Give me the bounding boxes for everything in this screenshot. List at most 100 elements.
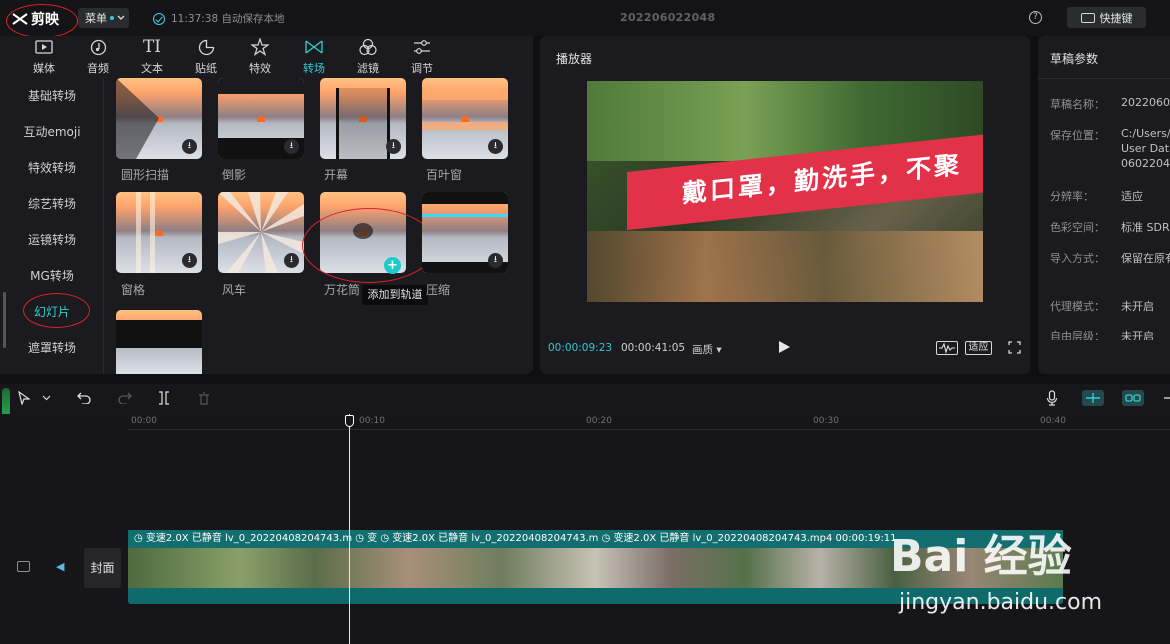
- download-icon[interactable]: ⭳: [488, 253, 503, 268]
- delete-icon: [196, 390, 212, 406]
- draft-params-panel: [1038, 36, 1170, 374]
- param-value: 标准 SDR: [1121, 221, 1170, 234]
- audio-icon: [88, 37, 108, 57]
- select-tool-icon[interactable]: [16, 390, 32, 406]
- preview-axis-icon[interactable]: [1160, 390, 1170, 406]
- transition-thumb[interactable]: ⭳: [422, 78, 508, 159]
- download-icon[interactable]: ⭳: [182, 253, 197, 268]
- add-to-track-tooltip: 添加到轨道: [362, 285, 428, 305]
- baidu-watermark: Bai 经验: [890, 531, 1072, 582]
- quality-dropdown[interactable]: 画质 ▾: [692, 342, 722, 357]
- transition-thumb[interactable]: ⭳: [116, 192, 202, 273]
- sidebar-scrollbar[interactable]: [3, 292, 6, 348]
- param-value: 适应: [1121, 190, 1143, 203]
- param-value: User Data: [1121, 142, 1170, 155]
- param-value: 未开启: [1121, 330, 1154, 340]
- playhead[interactable]: [349, 414, 350, 644]
- adjust-icon: [412, 37, 432, 57]
- tab-transition[interactable]: 转场: [287, 36, 341, 78]
- category-item[interactable]: 互动emoji: [0, 123, 104, 140]
- waveform-icon[interactable]: [936, 341, 958, 355]
- tab-adjust[interactable]: 调节: [395, 36, 449, 78]
- download-icon[interactable]: ⭳: [488, 139, 503, 154]
- sticker-icon: [196, 37, 216, 57]
- divider: [1038, 78, 1170, 79]
- video-preview[interactable]: 戴口罩，勤洗手，不聚: [587, 81, 983, 302]
- thumb-label: 百叶窗: [426, 168, 463, 182]
- category-item[interactable]: 特效转场: [0, 159, 104, 176]
- auto-snap-icon[interactable]: [1082, 390, 1104, 406]
- play-icon[interactable]: [779, 341, 790, 353]
- thumb-label: 万花筒: [324, 283, 361, 297]
- help-icon[interactable]: ?: [1029, 11, 1042, 24]
- tab-sticker[interactable]: 贴纸: [179, 36, 233, 78]
- time-ruler[interactable]: [128, 414, 1170, 430]
- transition-thumb[interactable]: [116, 310, 202, 374]
- undo-icon[interactable]: [76, 390, 92, 406]
- media-icon: [34, 37, 54, 57]
- param-label: 保存位置：: [1050, 129, 1105, 142]
- autosave-status: 11:37:38 自动保存本地: [153, 11, 285, 26]
- chevron-down-icon[interactable]: [38, 390, 54, 406]
- menu-button[interactable]: 菜单: [78, 8, 129, 28]
- thumb-label: 圆形扫描: [121, 168, 170, 182]
- thumb-label: 开幕: [324, 168, 349, 182]
- chevron-down-icon: [117, 15, 125, 20]
- library-tabs: 媒体 音频 TI 文本 贴纸 特效 转场 滤镜 调节: [0, 36, 533, 78]
- quality-label: 画质: [692, 344, 713, 356]
- tab-text[interactable]: TI 文本: [125, 36, 179, 78]
- fullscreen-icon[interactable]: [1008, 341, 1021, 354]
- menu-label: 菜单: [85, 12, 107, 25]
- param-label: 导入方式：: [1050, 252, 1105, 265]
- transition-thumb[interactable]: ⭳: [218, 192, 304, 273]
- download-icon[interactable]: ⭳: [284, 253, 299, 268]
- tab-filter[interactable]: 滤镜: [341, 36, 395, 78]
- text-icon: TI: [142, 37, 162, 57]
- fit-button[interactable]: 适应: [965, 341, 992, 355]
- transition-thumb[interactable]: ⭳: [116, 78, 202, 159]
- thumb-label: 倒影: [222, 168, 247, 182]
- shortcut-button[interactable]: 快捷键: [1067, 7, 1146, 28]
- category-item[interactable]: MG转场: [0, 267, 104, 284]
- transition-thumb[interactable]: ⭳: [422, 192, 508, 273]
- microphone-icon[interactable]: [1044, 390, 1060, 406]
- category-item[interactable]: 综艺转场: [0, 195, 104, 212]
- timeline-toolbar: [0, 384, 1170, 414]
- download-icon[interactable]: ⭳: [284, 139, 299, 154]
- cover-button[interactable]: 封面: [84, 548, 121, 588]
- split-icon[interactable]: [156, 390, 172, 406]
- thumb-image: [257, 116, 265, 122]
- current-time: 00:00:09:23: [548, 342, 613, 354]
- notification-dot: [110, 16, 114, 20]
- autosave-text: 11:37:38 自动保存本地: [171, 13, 285, 25]
- thumb-label: 风车: [222, 283, 247, 297]
- category-item[interactable]: 基础转场: [0, 87, 104, 104]
- tab-media[interactable]: 媒体: [17, 36, 71, 78]
- download-icon[interactable]: ⭳: [182, 139, 197, 154]
- ruler-tick: 00:00: [131, 416, 157, 426]
- ruler-tick: 00:30: [813, 416, 839, 426]
- mute-icon[interactable]: ◀: [56, 560, 68, 573]
- category-item[interactable]: 运镜转场: [0, 231, 104, 248]
- link-icon[interactable]: [1122, 390, 1144, 406]
- playhead-handle[interactable]: [345, 415, 354, 427]
- param-label: 草稿名称：: [1050, 98, 1105, 111]
- param-value: 未开启: [1121, 300, 1154, 313]
- thumb-label: 压缩: [426, 283, 451, 297]
- video-lane-icon[interactable]: [17, 561, 30, 572]
- param-label: 代理模式：: [1050, 300, 1105, 313]
- transition-thumb[interactable]: ⭳: [320, 78, 406, 159]
- annotation-circle-category: [23, 293, 90, 328]
- param-value: 06022048: [1121, 157, 1170, 170]
- ruler-tick: 00:10: [359, 416, 385, 426]
- param-value: 20220602: [1121, 96, 1170, 109]
- thumb-image: [155, 230, 163, 236]
- tab-audio[interactable]: 音频: [71, 36, 125, 78]
- effects-icon: [250, 37, 270, 57]
- category-item[interactable]: 遮罩转场: [0, 339, 104, 356]
- shortcut-label: 快捷键: [1099, 11, 1133, 25]
- tab-effects[interactable]: 特效: [233, 36, 287, 78]
- download-icon[interactable]: ⭳: [386, 139, 401, 154]
- transition-thumb[interactable]: ⭳: [218, 78, 304, 159]
- filter-icon: [358, 37, 378, 57]
